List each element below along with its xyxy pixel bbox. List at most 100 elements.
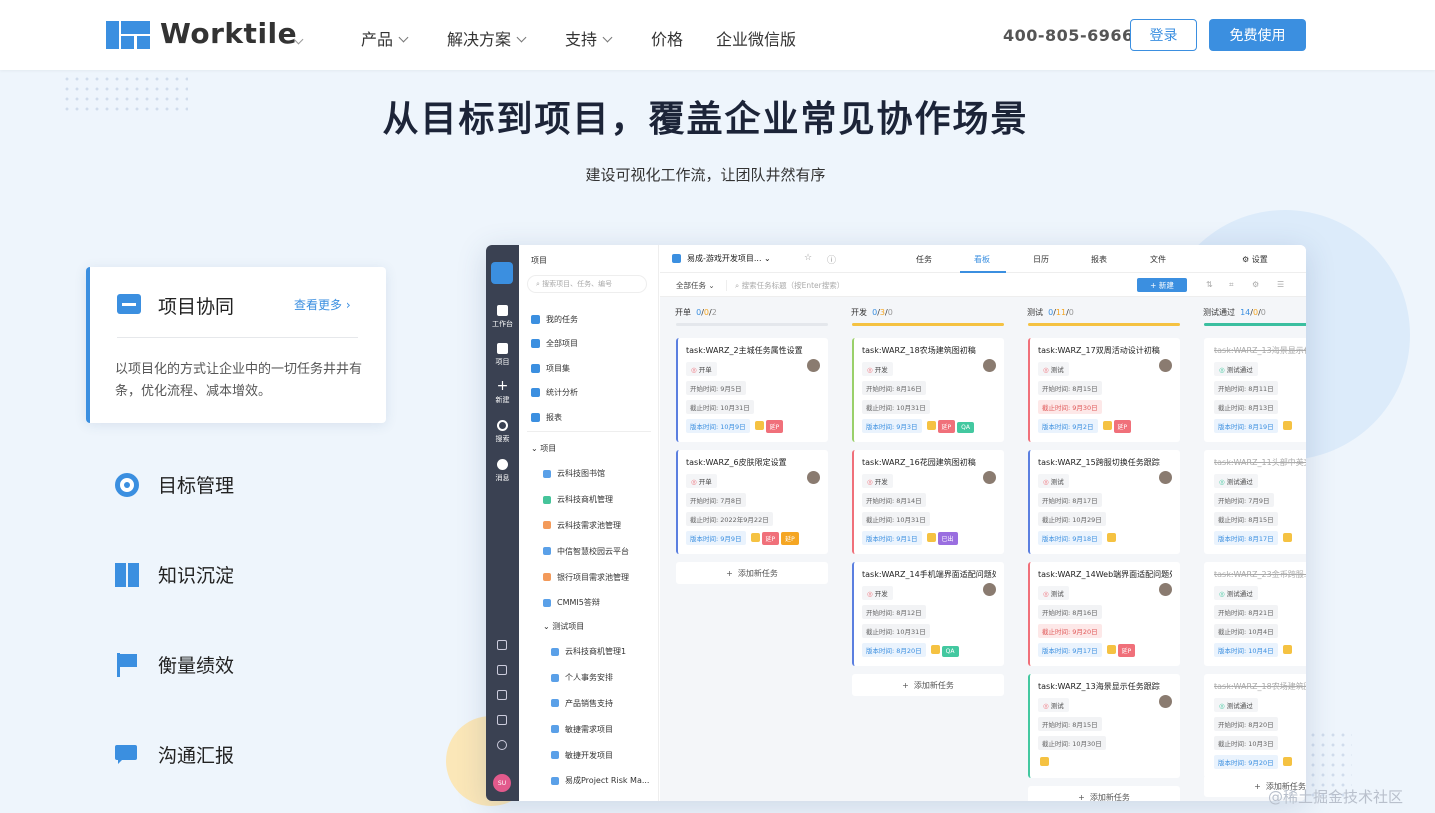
assignee-avatar[interactable]: [983, 583, 996, 596]
status-pill[interactable]: ◎ 开单: [686, 362, 717, 376]
folder-icon[interactable]: [497, 690, 507, 700]
tag-badge[interactable]: 延P: [781, 532, 799, 545]
project-item[interactable]: 敏捷开发项目: [551, 742, 649, 768]
feature-card-project[interactable]: 项目协同 查看更多 › 以项目化的方式让企业中的一切任务井井有条，优化流程、减本…: [86, 267, 386, 423]
rail-new[interactable]: + 新建: [486, 379, 519, 405]
nav-support[interactable]: 支持: [565, 26, 613, 50]
assignee-avatar[interactable]: [983, 359, 996, 372]
status-pill[interactable]: ◎ 测试通过: [1214, 586, 1258, 600]
worktile-logo-icon[interactable]: [106, 21, 150, 49]
status-pill[interactable]: ◎ 测试通过: [1214, 474, 1258, 488]
start-date[interactable]: 开始时间: 8月16日: [1038, 605, 1102, 619]
info-icon[interactable]: ⓘ: [827, 253, 836, 266]
see-more-link[interactable]: 查看更多 ›: [294, 296, 351, 313]
start-date[interactable]: 开始时间: 8月11日: [1214, 381, 1278, 395]
assignee-avatar[interactable]: [1159, 583, 1172, 596]
version-date[interactable]: 版本时间: 8月19日: [1214, 419, 1278, 433]
start-date[interactable]: 开始时间: 8月15日: [1038, 381, 1102, 395]
due-date[interactable]: 截止时间: 8月15日: [1214, 512, 1278, 526]
nav-products[interactable]: 产品: [361, 26, 409, 50]
cube-icon[interactable]: [497, 715, 507, 725]
status-pill[interactable]: ◎ 测试通过: [1214, 362, 1258, 376]
status-pill[interactable]: ◎ 开发: [862, 586, 893, 600]
project-item[interactable]: 云科技需求池管理: [543, 513, 629, 539]
due-date[interactable]: 截止时间: 8月13日: [1214, 400, 1278, 414]
brand-name[interactable]: Worktile: [160, 17, 297, 50]
tab-files[interactable]: 文件: [1150, 254, 1166, 265]
project-item[interactable]: CMMI5答辩: [543, 590, 629, 616]
rail-projects[interactable]: 项目: [486, 343, 519, 367]
start-date[interactable]: 开始时间: 7月8日: [686, 493, 746, 507]
sidebar-search-input[interactable]: ⌕ 搜索项目、任务、编号: [527, 275, 647, 293]
assignee-avatar[interactable]: [1159, 359, 1172, 372]
tag-badge[interactable]: 延P: [765, 420, 784, 433]
task-card[interactable]: task:WARZ_13海景显示任务 ◎ 测试通过开始时间: 8月11日截止时间:…: [1204, 338, 1306, 442]
task-search-input[interactable]: ⌕ 搜索任务标题（按Enter搜索）: [726, 280, 844, 291]
add-task-button[interactable]: + 添加新任务: [676, 562, 828, 584]
help-icon[interactable]: [497, 740, 507, 750]
status-pill[interactable]: ◎ 开发: [862, 474, 893, 488]
assignee-avatar[interactable]: [807, 471, 820, 484]
brand-chevron-down-icon[interactable]: [288, 32, 304, 51]
sort-icon[interactable]: ⇅: [1206, 280, 1213, 289]
due-date[interactable]: 截止时间: 10月30日: [1038, 736, 1106, 750]
nav-solutions[interactable]: 解决方案: [447, 26, 527, 50]
project-item[interactable]: 个人事务安排: [551, 665, 649, 691]
version-date[interactable]: 版本时间: 9月9日: [686, 531, 746, 545]
version-date[interactable]: 版本时间: 9月2日: [1038, 419, 1098, 433]
version-date[interactable]: 版本时间: 8月17日: [1214, 531, 1278, 545]
tag-badge[interactable]: 延P: [937, 420, 956, 433]
calendar-icon[interactable]: [497, 665, 507, 675]
task-card[interactable]: task:WARZ_14手机端界面适配问题处理 ◎ 开发 开始时间: 8月12日 截止…: [852, 562, 1004, 666]
login-button[interactable]: 登录: [1130, 19, 1197, 51]
start-date[interactable]: 开始时间: 8月14日: [862, 493, 926, 507]
version-date[interactable]: 版本时间: 9月18日: [1038, 531, 1102, 545]
project-item[interactable]: 中信智慧校园云平台: [543, 538, 629, 564]
status-pill[interactable]: ◎ 开单: [686, 474, 717, 488]
feature-goals[interactable]: 目标管理: [115, 471, 234, 498]
subgroup-toggle[interactable]: ⌄ 测试项目: [543, 621, 584, 632]
user-avatar[interactable]: SU: [493, 774, 511, 792]
project-item[interactable]: 云科技商机管理1: [551, 639, 649, 665]
rail-messages[interactable]: 消息: [486, 459, 519, 483]
start-date[interactable]: 开始时间: 8月20日: [1214, 717, 1278, 731]
task-card[interactable]: task:WARZ_15跨服切换任务跟踪 ◎ 测试 开始时间: 8月17日 截止时间:…: [1028, 450, 1180, 554]
sidebar-item-my-tasks[interactable]: 我的任务: [531, 307, 578, 332]
tag-badge[interactable]: 延P: [1117, 644, 1136, 657]
task-card[interactable]: task:WARZ_17双周活动设计初稿 ◎ 测试 开始时间: 8月15日 截止时间:…: [1028, 338, 1180, 442]
version-date[interactable]: 版本时间: 9月20日: [1214, 755, 1278, 769]
due-date[interactable]: 截止时间: 2022年9月22日: [686, 512, 773, 526]
tab-tasks[interactable]: 任务: [916, 254, 932, 265]
version-date[interactable]: 版本时间: 10月9日: [686, 419, 750, 433]
version-date[interactable]: 版本时间: 9月1日: [862, 531, 922, 545]
task-card[interactable]: task:WARZ_11头部中英文... ◎ 测试通过开始时间: 7月9日截止时间…: [1204, 450, 1306, 554]
sidebar-item-analytics[interactable]: 统计分析: [531, 381, 578, 406]
task-card[interactable]: task:WARZ_14Web端界面适配问题处理 ◎ 测试 开始时间: 8月16日截…: [1028, 562, 1180, 666]
status-pill[interactable]: ◎ 测试: [1038, 698, 1069, 712]
status-pill[interactable]: ◎ 测试: [1038, 362, 1069, 376]
add-task-button[interactable]: + 添加新任务: [1028, 786, 1180, 801]
list-icon[interactable]: ☰: [1277, 280, 1284, 289]
version-date[interactable]: 版本时间: 10月4日: [1214, 643, 1278, 657]
project-item[interactable]: 云科技商机管理: [543, 487, 629, 513]
tab-calendar[interactable]: 日历: [1033, 254, 1049, 265]
rail-search[interactable]: 搜索: [486, 420, 519, 444]
due-date[interactable]: 截止时间: 10月31日: [686, 400, 754, 414]
feature-reporting[interactable]: 沟通汇报: [115, 741, 234, 768]
project-group-toggle[interactable]: ⌄ 项目: [531, 443, 556, 454]
free-trial-button[interactable]: 免费使用: [1209, 19, 1306, 51]
status-pill[interactable]: ◎ 测试: [1038, 586, 1069, 600]
project-item[interactable]: 敏捷需求项目: [551, 716, 649, 742]
feature-performance[interactable]: 衡量绩效: [115, 651, 234, 678]
sidebar-item-reports[interactable]: 报表: [531, 405, 578, 430]
add-task-button[interactable]: + 添加新任务: [852, 674, 1004, 696]
tag-badge[interactable]: 延P: [761, 532, 780, 545]
report-icon[interactable]: [497, 640, 507, 650]
task-card[interactable]: task:WARZ_13海景显示任务跟踪 ◎ 测试 开始时间: 8月15日 截止时间:…: [1028, 674, 1180, 778]
project-item[interactable]: 产品销售支持: [551, 691, 649, 717]
task-card[interactable]: task:WARZ_2主城任务属性设置 ◎ 开单 开始时间: 9月5日 截止时间: 1…: [676, 338, 828, 442]
start-date[interactable]: 开始时间: 8月21日: [1214, 605, 1278, 619]
project-item[interactable]: 银行项目需求池管理: [543, 564, 629, 590]
tag-badge[interactable]: QA: [957, 422, 974, 433]
assignee-avatar[interactable]: [983, 471, 996, 484]
